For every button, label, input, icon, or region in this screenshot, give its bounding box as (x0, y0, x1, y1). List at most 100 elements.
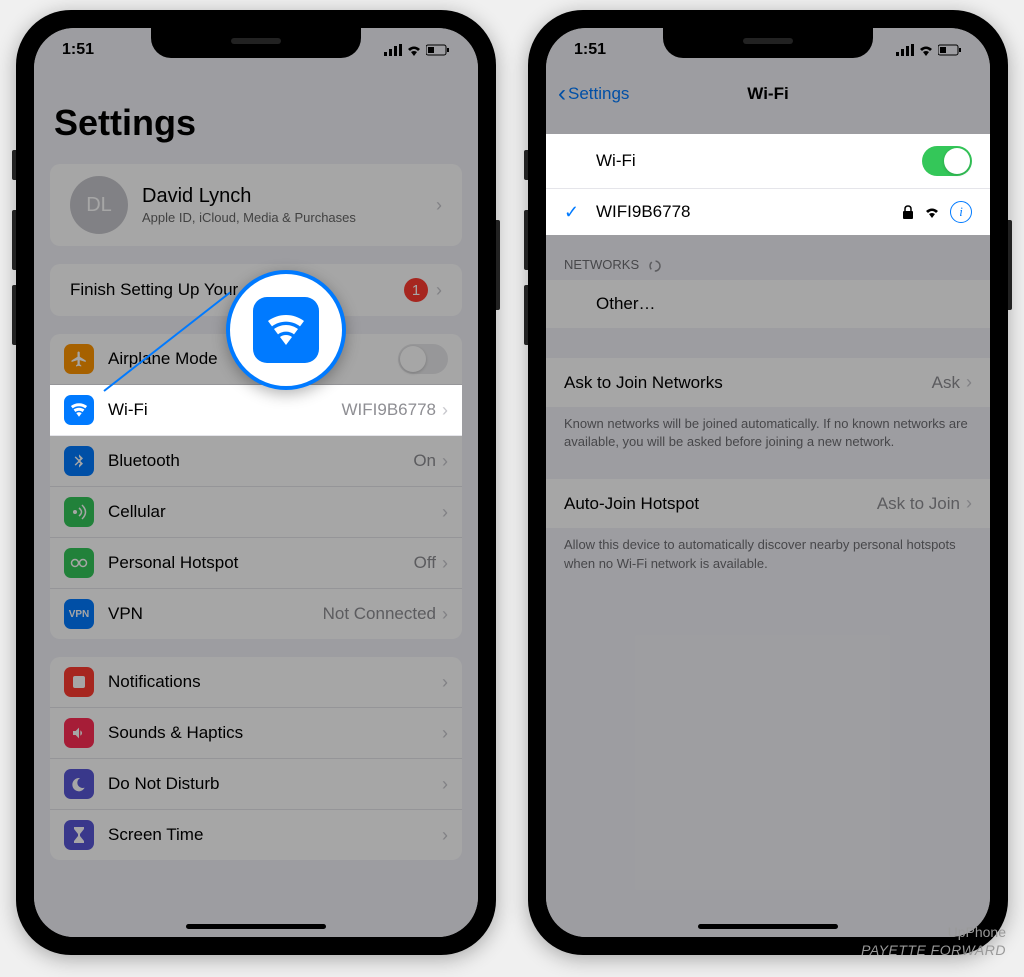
vpn-icon: VPN (64, 599, 94, 629)
connected-network-row[interactable]: ✓ WIFI9B6778 i (546, 189, 990, 235)
battery-icon (938, 44, 962, 56)
other-label: Other… (596, 294, 972, 314)
chevron-right-icon: › (442, 672, 448, 693)
wifi-toggle-row[interactable]: Wi-Fi (546, 134, 990, 189)
ask-join-row[interactable]: Ask to Join Networks Ask › (546, 358, 990, 407)
silence-switch[interactable] (12, 150, 16, 180)
hourglass-icon (64, 820, 94, 850)
cellular-icon (384, 44, 402, 56)
sounds-row[interactable]: Sounds & Haptics › (50, 708, 462, 759)
screentime-row[interactable]: Screen Time › (50, 810, 462, 860)
ask-join-value: Ask (932, 373, 960, 393)
wifi-toggle-label: Wi-Fi (564, 151, 922, 171)
home-indicator[interactable] (698, 924, 838, 929)
hotspot-icon (64, 548, 94, 578)
status-time: 1:51 (62, 41, 94, 59)
nav-title: Wi-Fi (747, 84, 788, 104)
connected-network-name: WIFI9B6778 (588, 202, 902, 222)
account-name: David Lynch (142, 185, 436, 208)
notifications-icon (64, 667, 94, 697)
chevron-right-icon: › (442, 502, 448, 523)
chevron-left-icon: ‹ (558, 80, 566, 108)
notch (663, 28, 873, 58)
row-label: Sounds & Haptics (108, 723, 442, 743)
row-label: Notifications (108, 672, 442, 692)
battery-icon (426, 44, 450, 56)
status-icons (384, 44, 450, 56)
checkmark-icon: ✓ (564, 202, 588, 223)
power-button[interactable] (1008, 220, 1012, 310)
wifi-toggle-section: Wi-Fi ✓ WIFI9B6778 i (546, 134, 990, 235)
silence-switch[interactable] (524, 150, 528, 180)
home-indicator[interactable] (186, 924, 326, 929)
volume-down-button[interactable] (12, 285, 16, 345)
wifi-signal-icon (924, 206, 940, 218)
volume-down-button[interactable] (524, 285, 528, 345)
notch (151, 28, 361, 58)
notifications-row[interactable]: Notifications › (50, 657, 462, 708)
row-label: Personal Hotspot (108, 553, 414, 573)
chevron-right-icon: › (436, 195, 442, 216)
airplane-icon (64, 344, 94, 374)
chevron-right-icon: › (442, 723, 448, 744)
row-label: Bluetooth (108, 451, 413, 471)
volume-up-button[interactable] (524, 210, 528, 270)
nav-bar: ‹ Settings Wi-Fi (546, 72, 990, 116)
auto-hotspot-value: Ask to Join (877, 494, 960, 514)
vpn-row[interactable]: VPN VPN Not Connected › (50, 589, 462, 639)
wifi-status-icon (406, 44, 422, 56)
account-subtitle: Apple ID, iCloud, Media & Purchases (142, 210, 436, 225)
phone-left: 1:51 Settings DL David Lynch Apple ID, i… (16, 10, 496, 955)
row-label: Do Not Disturb (108, 774, 442, 794)
info-icon[interactable]: i (950, 201, 972, 223)
wifi-row[interactable]: Wi-Fi WIFI9B6778 › (50, 385, 462, 436)
status-time: 1:51 (574, 41, 606, 59)
avatar: DL (70, 176, 128, 234)
wifi-icon (64, 395, 94, 425)
status-icons (896, 44, 962, 56)
auto-hotspot-label: Auto-Join Hotspot (564, 494, 877, 514)
chevron-right-icon: › (966, 493, 972, 514)
power-button[interactable] (496, 220, 500, 310)
back-button[interactable]: ‹ Settings (558, 80, 629, 108)
wifi-toggle[interactable] (922, 146, 972, 176)
row-label: Screen Time (108, 825, 442, 845)
screen-settings: 1:51 Settings DL David Lynch Apple ID, i… (34, 28, 478, 937)
phone-right: 1:51 ‹ Settings Wi-Fi Wi-Fi ✓ WIFI9B6778 (528, 10, 1008, 955)
volume-up-button[interactable] (12, 210, 16, 270)
row-label: VPN (108, 604, 323, 624)
watermark-line1: UpPhone (861, 923, 1006, 941)
row-label: Wi-Fi (108, 400, 342, 420)
bluetooth-row[interactable]: Bluetooth On › (50, 436, 462, 487)
cellular-row[interactable]: Cellular › (50, 487, 462, 538)
wifi-callout-icon (253, 297, 319, 363)
hotspot-row[interactable]: Personal Hotspot Off › (50, 538, 462, 589)
apple-id-row[interactable]: DL David Lynch Apple ID, iCloud, Media &… (50, 164, 462, 246)
ask-join-footer: Known networks will be joined automatica… (546, 407, 990, 459)
watermark-line2: PAYETTE FORWARD (861, 941, 1006, 959)
notification-badge: 1 (404, 278, 428, 302)
cellular-icon (64, 497, 94, 527)
chevron-right-icon: › (442, 553, 448, 574)
screen-wifi: 1:51 ‹ Settings Wi-Fi Wi-Fi ✓ WIFI9B6778 (546, 28, 990, 937)
chevron-right-icon: › (442, 451, 448, 472)
chevron-right-icon: › (436, 280, 442, 301)
airplane-toggle[interactable] (398, 344, 448, 374)
wifi-status-icon (918, 44, 934, 56)
row-value: On (413, 451, 436, 471)
row-value: Not Connected (323, 604, 436, 624)
sounds-icon (64, 718, 94, 748)
chevron-right-icon: › (442, 774, 448, 795)
chevron-right-icon: › (442, 400, 448, 421)
wifi-callout (226, 270, 346, 390)
chevron-right-icon: › (442, 604, 448, 625)
dnd-row[interactable]: Do Not Disturb › (50, 759, 462, 810)
ask-join-label: Ask to Join Networks (564, 373, 932, 393)
lock-icon (902, 205, 914, 219)
general-section: Notifications › Sounds & Haptics › Do No… (50, 657, 462, 860)
moon-icon (64, 769, 94, 799)
other-network-row[interactable]: Other… (546, 280, 990, 328)
row-value: Off (414, 553, 436, 573)
auto-hotspot-row[interactable]: Auto-Join Hotspot Ask to Join › (546, 479, 990, 528)
auto-hotspot-footer: Allow this device to automatically disco… (546, 528, 990, 580)
